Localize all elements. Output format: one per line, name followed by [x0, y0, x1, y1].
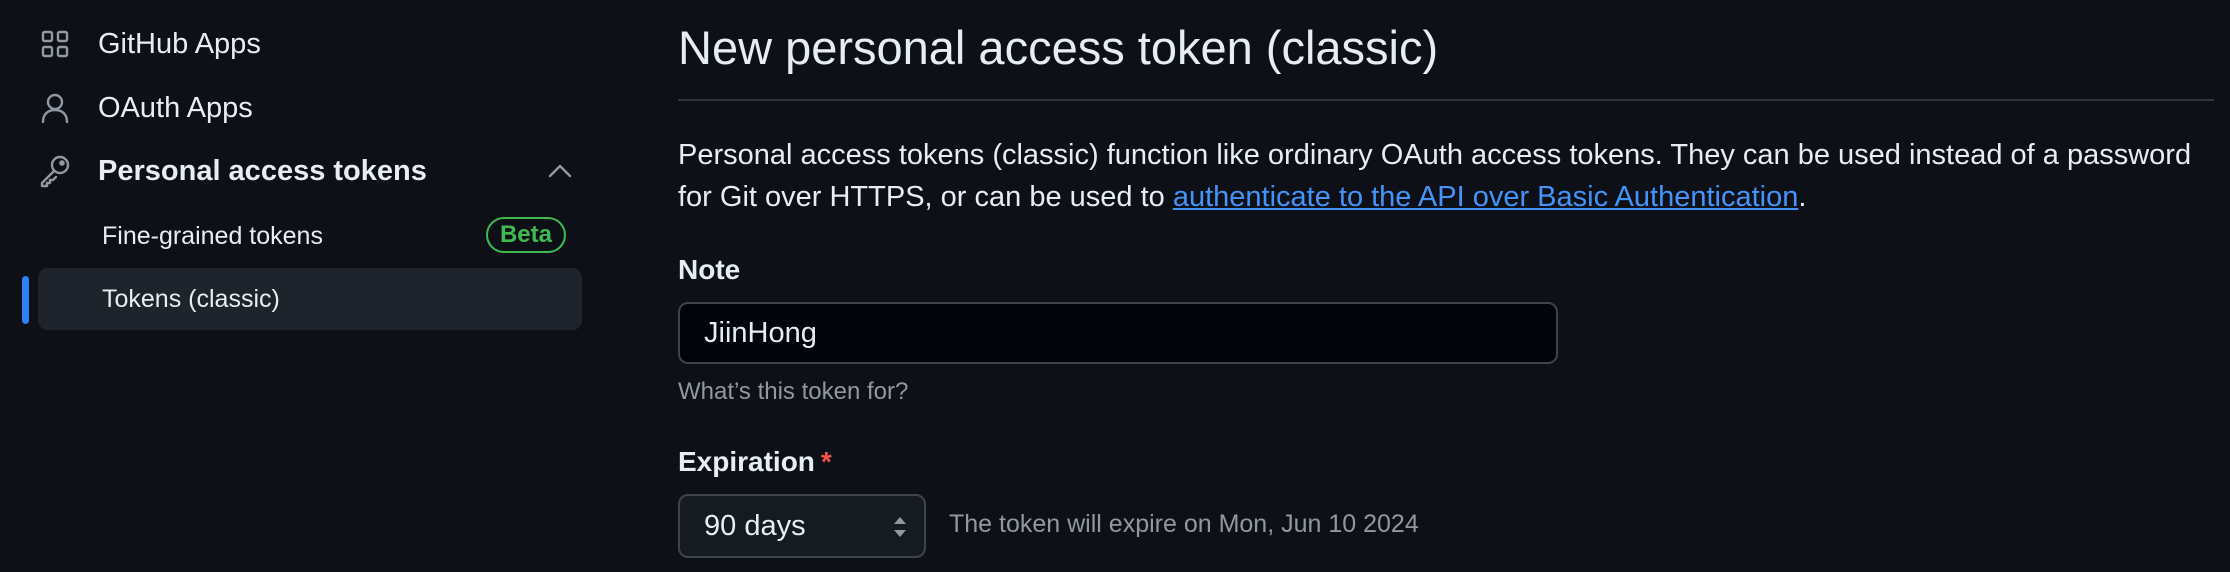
sidebar-subitem-fine-grained-tokens[interactable]: Fine-grained tokens Beta: [38, 205, 582, 267]
select-arrows-icon: [890, 514, 910, 540]
sidebar-item-github-apps[interactable]: GitHub Apps: [38, 16, 578, 72]
description-end: .: [1798, 181, 1807, 213]
apps-grid-icon: [38, 27, 72, 61]
expiration-select[interactable]: 90 days: [678, 494, 926, 558]
settings-sidebar: GitHub Apps OAuth Apps Personal access t…: [0, 0, 600, 572]
sidebar-item-label: Personal access tokens: [98, 154, 427, 187]
person-icon: [38, 91, 72, 125]
expiration-info: The token will expire on Mon, Jun 10 202…: [949, 510, 1419, 538]
beta-badge: Beta: [485, 217, 566, 253]
sidebar-item-oauth-apps[interactable]: OAuth Apps: [38, 80, 578, 136]
note-input[interactable]: [678, 302, 1558, 364]
basic-auth-link[interactable]: authenticate to the API over Basic Authe…: [1173, 181, 1799, 213]
sidebar-item-label: OAuth Apps: [98, 91, 253, 124]
page: GitHub Apps OAuth Apps Personal access t…: [0, 0, 2230, 572]
expiration-label-text: Expiration: [678, 446, 815, 477]
note-hint: What’s this token for?: [678, 378, 909, 405]
title-divider: [678, 99, 2214, 101]
note-label: Note: [678, 254, 741, 285]
page-description: Personal access tokens (classic) functio…: [678, 134, 2214, 218]
sidebar-subitem-tokens-classic[interactable]: Tokens (classic): [38, 268, 582, 330]
expiration-label: Expiration *: [678, 446, 832, 478]
key-icon: [38, 154, 72, 188]
sidebar-subitem-label: Fine-grained tokens: [102, 221, 323, 250]
expiration-selected-value: 90 days: [704, 509, 806, 542]
sidebar-item-label: GitHub Apps: [98, 27, 261, 60]
required-marker: *: [820, 446, 832, 477]
sidebar-item-personal-access-tokens[interactable]: Personal access tokens: [38, 143, 578, 199]
page-title: New personal access token (classic): [678, 21, 1439, 74]
chevron-up-icon[interactable]: [542, 153, 578, 189]
active-indicator: [22, 276, 29, 324]
sidebar-subitem-label: Tokens (classic): [102, 284, 280, 313]
